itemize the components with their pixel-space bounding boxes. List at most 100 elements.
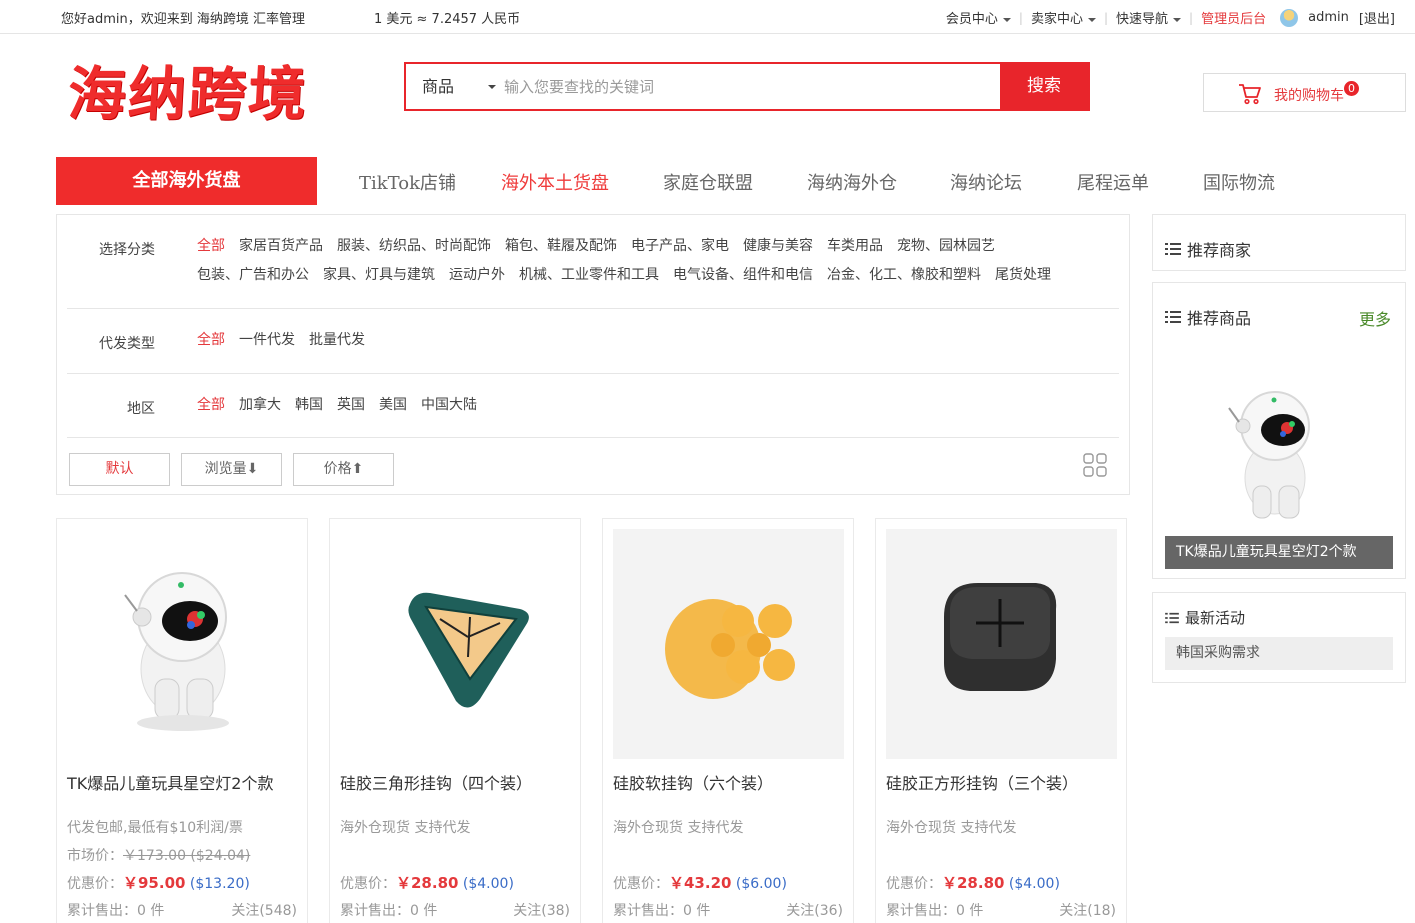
orange-hook-image bbox=[665, 599, 795, 699]
price-usd: ($4.00) bbox=[462, 876, 514, 892]
follow-count[interactable]: 关注(36) bbox=[786, 900, 843, 920]
filter-option[interactable]: 全部 bbox=[197, 397, 225, 413]
admin-backend-link[interactable]: 管理员后台 bbox=[1201, 8, 1266, 27]
price-label: 优惠价： bbox=[340, 876, 396, 892]
product-name[interactable]: TK爆品儿童玩具星空灯2个款 bbox=[67, 770, 273, 794]
search-category-select[interactable]: 商品 bbox=[406, 64, 498, 109]
filter-option[interactable]: 加拿大 bbox=[239, 397, 281, 413]
quick-nav-menu[interactable]: 快速导航 bbox=[1116, 8, 1182, 27]
logout-link[interactable]: [退出] bbox=[1359, 8, 1395, 27]
market-price-label: 市场价： bbox=[67, 848, 123, 864]
nav-haina-warehouse[interactable]: 海纳海外仓 bbox=[807, 169, 897, 195]
product-name[interactable]: 硅胶三角形挂钩（四个装） bbox=[340, 770, 532, 794]
price-label: 优惠价： bbox=[67, 876, 123, 892]
filter-option[interactable]: 电子产品、家电 bbox=[631, 238, 729, 254]
divider bbox=[67, 373, 1119, 374]
filter-option[interactable]: 全部 bbox=[197, 238, 225, 254]
filter-option[interactable]: 冶金、化工、橡胶和塑料 bbox=[827, 267, 981, 283]
filter-option[interactable]: 英国 bbox=[337, 397, 365, 413]
list-icon bbox=[1165, 612, 1179, 623]
filter-option[interactable]: 健康与美容 bbox=[743, 238, 813, 254]
follow-count[interactable]: 关注(18) bbox=[1059, 900, 1116, 920]
filter-label: 代发类型 bbox=[99, 336, 155, 352]
seller-center-label: 卖家中心 bbox=[1030, 12, 1083, 27]
triangle-hook-image bbox=[408, 592, 529, 708]
price-label: 优惠价： bbox=[886, 876, 942, 892]
featured-product-caption[interactable]: TK爆品儿童玩具星空灯2个款 bbox=[1165, 536, 1393, 569]
recommended-products-label: 推荐商品 bbox=[1187, 309, 1252, 328]
follow-count[interactable]: 关注(38) bbox=[513, 900, 570, 920]
filter-option[interactable]: 箱包、鞋履及配饰 bbox=[505, 238, 617, 254]
username-link[interactable]: admin bbox=[1308, 10, 1349, 25]
search-button[interactable]: 搜索 bbox=[1000, 64, 1088, 109]
price-value: ￥28.80 bbox=[396, 874, 459, 892]
filter-option[interactable]: 家具、灯具与建筑 bbox=[323, 267, 435, 283]
price-value: ￥43.20 bbox=[669, 874, 732, 892]
discount-price: 优惠价：￥28.80 ($4.00) bbox=[340, 872, 514, 893]
welcome-text: 您好admin，欢迎来到 海纳跨境 汇率管理 bbox=[61, 12, 305, 27]
filter-option[interactable]: 包装、广告和办公 bbox=[197, 267, 309, 283]
nav-last-mile[interactable]: 尾程运单 bbox=[1077, 169, 1149, 195]
filter-option[interactable]: 车类用品 bbox=[827, 238, 883, 254]
product-image-square-hook[interactable] bbox=[886, 529, 1117, 759]
filter-option[interactable]: 美国 bbox=[379, 397, 407, 413]
site-logo[interactable]: 海纳跨境 bbox=[66, 58, 310, 130]
divider bbox=[67, 308, 1119, 309]
filter-options: 全部 一件代发 批量代发 bbox=[197, 326, 1097, 355]
featured-product-image[interactable] bbox=[1211, 378, 1341, 528]
filter-option[interactable]: 全部 bbox=[197, 332, 225, 348]
grid-view-icon[interactable] bbox=[1083, 453, 1107, 477]
product-card[interactable]: 硅胶软挂钩（六个装） 海外仓现货 支持代发 优惠价：￥43.20 ($6.00)… bbox=[602, 518, 854, 923]
price-label: 优惠价： bbox=[613, 876, 669, 892]
top-links: 会员中心 | 卖家中心 | 快速导航 | 管理员后台 admin [退出] bbox=[946, 8, 1395, 27]
member-center-menu[interactable]: 会员中心 bbox=[946, 8, 1011, 27]
sort-price-button[interactable]: 价格⬆ bbox=[293, 453, 394, 486]
product-image-triangle-hook[interactable] bbox=[340, 529, 571, 759]
filter-option[interactable]: 宠物、园林园艺 bbox=[897, 238, 995, 254]
search-input[interactable] bbox=[498, 64, 1000, 109]
sort-views-button[interactable]: 浏览量⬇ bbox=[181, 453, 282, 486]
filter-option[interactable]: 家居百货产品 bbox=[239, 238, 323, 254]
nav-logistics[interactable]: 国际物流 bbox=[1203, 169, 1275, 195]
filter-option[interactable]: 运动户外 bbox=[449, 267, 505, 283]
product-card[interactable]: 硅胶三角形挂钩（四个装） 海外仓现货 支持代发 优惠价：￥28.80 ($4.0… bbox=[329, 518, 581, 923]
filter-option[interactable]: 尾货处理 bbox=[995, 267, 1051, 283]
sold-count: 累计售出：0 件 bbox=[340, 903, 438, 919]
latest-events-box: 最新活动 韩国采购需求 bbox=[1152, 592, 1406, 683]
filter-option[interactable]: 一件代发 bbox=[239, 332, 295, 348]
product-desc: 海外仓现货 支持代发 bbox=[613, 820, 744, 836]
event-item[interactable]: 韩国采购需求 bbox=[1165, 637, 1393, 670]
product-name[interactable]: 硅胶正方形挂钩（三个装） bbox=[886, 770, 1078, 794]
product-image-orange-hook[interactable] bbox=[613, 529, 844, 759]
divider: | bbox=[1018, 10, 1023, 25]
filter-option[interactable]: 服装、纺织品、时尚配饰 bbox=[337, 238, 491, 254]
nav-forum[interactable]: 海纳论坛 bbox=[950, 169, 1022, 195]
nav-tiktok-shop[interactable]: TikTok店铺 bbox=[359, 169, 456, 195]
sort-default-button[interactable]: 默认 bbox=[69, 453, 170, 486]
nav-all-products[interactable]: 全部海外货盘 bbox=[56, 157, 317, 205]
cart-label: 我的购物车 bbox=[1274, 88, 1344, 104]
product-name[interactable]: 硅胶软挂钩（六个装） bbox=[613, 770, 773, 794]
latest-events-title: 最新活动 bbox=[1165, 607, 1245, 628]
product-image-astronaut[interactable] bbox=[67, 529, 298, 759]
filter-option[interactable]: 批量代发 bbox=[309, 332, 365, 348]
discount-price: 优惠价：￥43.20 ($6.00) bbox=[613, 872, 787, 893]
price-value: ￥28.80 bbox=[942, 874, 1005, 892]
seller-center-menu[interactable]: 卖家中心 bbox=[1031, 8, 1096, 27]
filter-option[interactable]: 电气设备、组件和电信 bbox=[673, 267, 813, 283]
avatar[interactable] bbox=[1280, 8, 1299, 27]
filter-option[interactable]: 中国大陆 bbox=[421, 397, 477, 413]
cart-button[interactable]: 我的购物车 0 bbox=[1203, 73, 1406, 112]
filter-option[interactable]: 机械、工业零件和工具 bbox=[519, 267, 659, 283]
list-icon bbox=[1165, 311, 1181, 323]
more-link[interactable]: 更多 bbox=[1359, 306, 1391, 330]
follow-count[interactable]: 关注(548) bbox=[231, 900, 297, 920]
product-card[interactable]: 硅胶正方形挂钩（三个装） 海外仓现货 支持代发 优惠价：￥28.80 ($4.0… bbox=[875, 518, 1127, 923]
product-card[interactable]: TK爆品儿童玩具星空灯2个款 代发包邮,最低有$10利润/票 市场价：￥173.… bbox=[56, 518, 308, 923]
nav-family-warehouse[interactable]: 家庭仓联盟 bbox=[663, 169, 753, 195]
filter-option[interactable]: 韩国 bbox=[295, 397, 323, 413]
product-desc: 海外仓现货 支持代发 bbox=[886, 820, 1017, 836]
recommended-merchants-title: 推荐商家 bbox=[1165, 237, 1251, 261]
nav-overseas-local[interactable]: 海外本土货盘 bbox=[501, 169, 609, 195]
chevron-down-icon bbox=[1173, 17, 1182, 22]
